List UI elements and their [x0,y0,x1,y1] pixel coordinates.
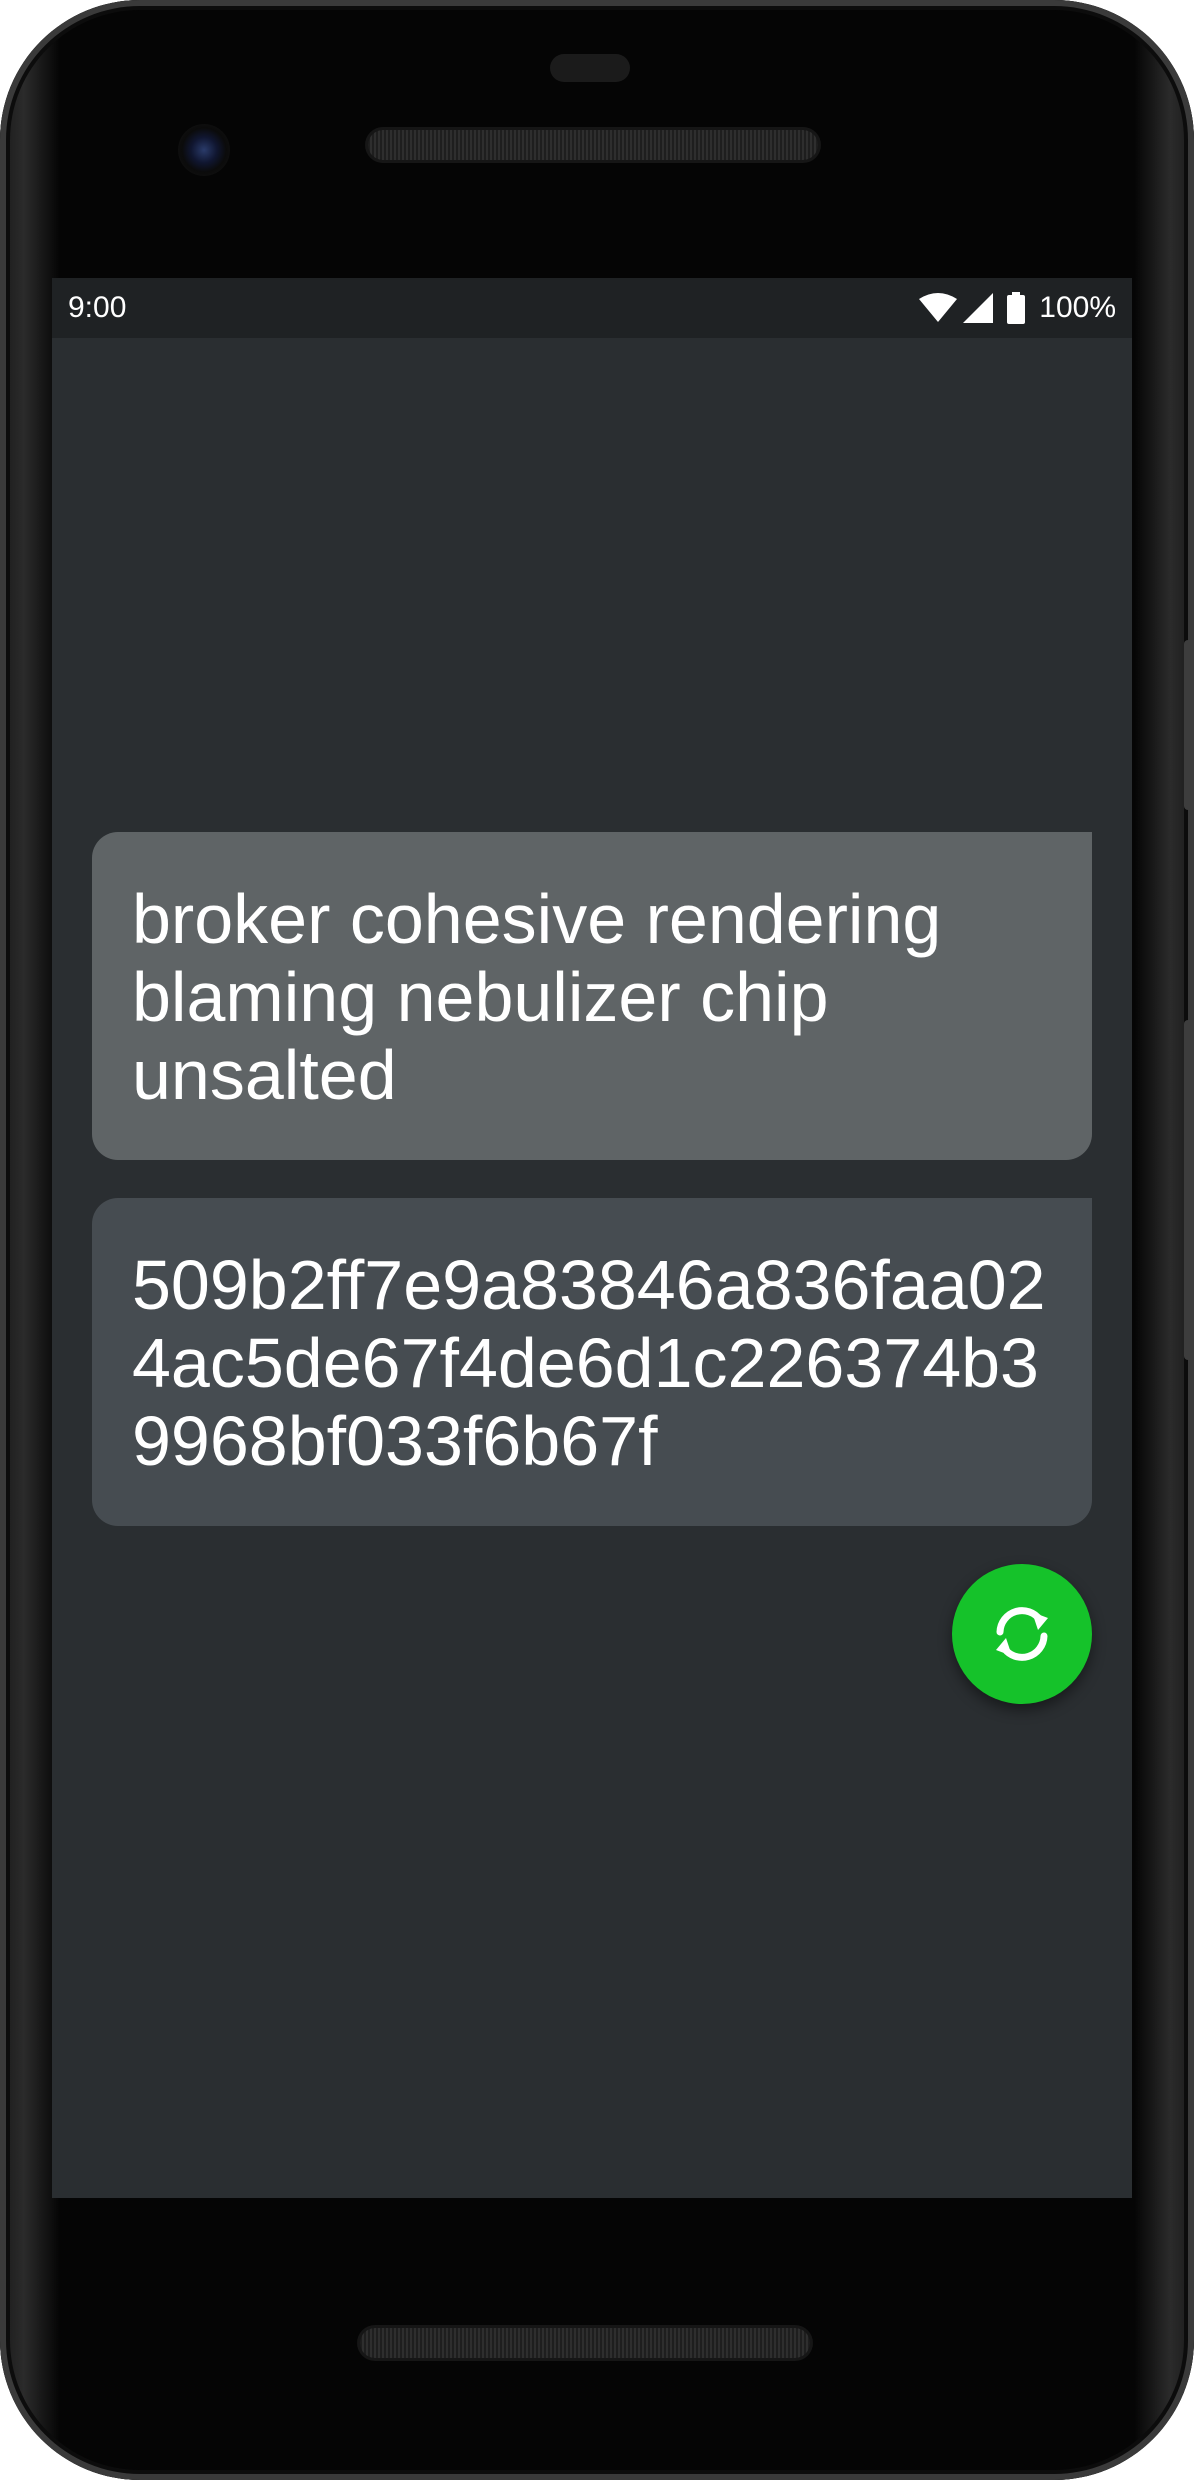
volume-button [1184,1020,1194,1360]
words-text[interactable]: broker cohesive rendering blaming nebuli… [132,880,1052,1114]
refresh-icon [986,1598,1058,1670]
battery-percent: 100% [1039,291,1116,324]
hash-text[interactable]: 509b2ff7e9a83846a836faa024ac5de67f4de6d1… [132,1246,1052,1480]
phone-frame: 9:00 100% broker cohesive rendering blam… [0,0,1194,2480]
words-card: broker cohesive rendering blaming nebuli… [92,832,1092,1160]
battery-icon [1007,292,1026,324]
refresh-button[interactable] [952,1564,1092,1704]
screen: 9:00 100% broker cohesive rendering blam… [52,278,1132,2198]
cell-signal-icon [963,293,994,323]
bottom-speaker [360,2328,810,2358]
status-time: 9:00 [68,291,127,324]
status-bar: 9:00 100% [52,278,1132,338]
hash-card: 509b2ff7e9a83846a836faa024ac5de67f4de6d1… [92,1198,1092,1526]
earpiece-speaker [368,130,818,160]
wifi-icon [919,293,958,323]
status-icons: 100% [919,290,1116,326]
power-button [1184,640,1194,810]
front-camera [178,124,230,176]
top-sensor [550,54,630,82]
